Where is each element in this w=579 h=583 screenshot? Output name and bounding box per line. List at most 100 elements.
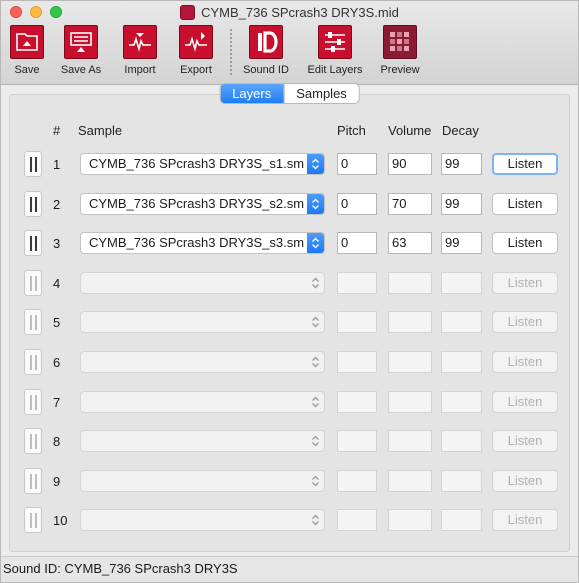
pitch-field	[337, 311, 377, 333]
sample-select	[80, 430, 325, 452]
preview-label: Preview	[380, 64, 420, 76]
layer-number: 4	[53, 276, 61, 291]
layer-row: 7 Listen	[10, 389, 569, 415]
layer-row: 3 CYMB_736 SPcrash3 DRY3S_s3.smpl 0 63 99 Lis…	[10, 230, 569, 256]
sample-select[interactable]: CYMB_736 SPcrash3 DRY3S_s1.smpl	[80, 153, 325, 175]
save-button[interactable]: Save	[7, 25, 47, 76]
layer-row: 4 Listen	[10, 270, 569, 296]
sample-select[interactable]: CYMB_736 SPcrash3 DRY3S_s2.smpl	[80, 193, 325, 215]
decay-field[interactable]: 99	[441, 153, 482, 175]
drag-handle-icon	[24, 349, 42, 375]
save-as-label: Save As	[60, 64, 102, 76]
edit-layers-label: Edit Layers	[307, 64, 363, 76]
toolbar-separator	[230, 29, 232, 75]
tab-layers[interactable]: Layers	[220, 84, 284, 103]
sound-id-icon	[249, 25, 283, 59]
decay-field	[441, 272, 482, 294]
volume-field	[388, 272, 432, 294]
title-bar: CYMB_736 SPcrash3 DRY3S.mid	[1, 3, 578, 21]
edit-layers-button[interactable]: Edit Layers	[305, 25, 365, 76]
decay-field	[441, 351, 482, 373]
title-toolbar: CYMB_736 SPcrash3 DRY3S.mid Save Save As	[1, 1, 578, 85]
decay-field[interactable]: 99	[441, 232, 482, 254]
layer-row: 2 CYMB_736 SPcrash3 DRY3S_s2.smpl 0 70 99 Lis…	[10, 191, 569, 217]
layer-number: 7	[53, 395, 61, 410]
volume-field[interactable]: 70	[388, 193, 432, 215]
export-icon	[179, 25, 213, 59]
chevron-updown-icon	[307, 233, 324, 253]
drag-handle-icon	[24, 309, 42, 335]
pitch-field	[337, 351, 377, 373]
volume-field	[388, 351, 432, 373]
listen-button[interactable]: Listen	[492, 232, 558, 254]
header-num: #	[53, 123, 61, 138]
chevron-updown-icon	[307, 273, 324, 293]
tab-samples[interactable]: Samples	[283, 84, 359, 103]
save-label: Save	[14, 64, 40, 76]
drag-handle-icon[interactable]	[24, 151, 42, 177]
layer-number: 9	[53, 474, 61, 489]
layer-row: 1 CYMB_736 SPcrash3 DRY3S_s1.smpl 0 90 99 Lis…	[10, 151, 569, 177]
sample-select[interactable]: CYMB_736 SPcrash3 DRY3S_s3.smpl	[80, 232, 325, 254]
chevron-updown-icon	[307, 352, 324, 372]
drag-handle-icon	[24, 270, 42, 296]
sound-id-button[interactable]: Sound ID	[241, 25, 291, 76]
preview-button[interactable]: Preview	[377, 25, 423, 76]
volume-field	[388, 430, 432, 452]
volume-field[interactable]: 63	[388, 232, 432, 254]
volume-field	[388, 311, 432, 333]
decay-field	[441, 391, 482, 413]
pitch-field	[337, 470, 377, 492]
header-volume: Volume	[388, 123, 432, 138]
status-text: Sound ID: CYMB_736 SPcrash3 DRY3S	[3, 561, 238, 576]
import-label: Import	[124, 64, 156, 76]
sample-value: CYMB_736 SPcrash3 DRY3S_s2.smpl	[89, 196, 305, 211]
decay-field	[441, 470, 482, 492]
layer-number: 2	[53, 197, 61, 212]
listen-button: Listen	[492, 272, 558, 294]
chevron-updown-icon	[307, 312, 324, 332]
import-button[interactable]: Import	[114, 25, 166, 76]
sample-select	[80, 272, 325, 294]
window-title: CYMB_736 SPcrash3 DRY3S.mid	[201, 4, 399, 20]
layer-number: 5	[53, 315, 61, 330]
drag-handle-icon[interactable]	[24, 230, 42, 256]
layer-row: 8 Listen	[10, 428, 569, 454]
listen-button: Listen	[492, 430, 558, 452]
chevron-updown-icon	[307, 194, 324, 214]
listen-button[interactable]: Listen	[492, 153, 558, 175]
pitch-field[interactable]: 0	[337, 153, 377, 175]
chevron-updown-icon	[307, 471, 324, 491]
volume-field	[388, 470, 432, 492]
edit-layers-icon	[318, 25, 352, 59]
layer-row: 6 Listen	[10, 349, 569, 375]
listen-button: Listen	[492, 509, 558, 531]
drag-handle-icon[interactable]	[24, 191, 42, 217]
drag-handle-icon	[24, 507, 42, 533]
decay-field	[441, 430, 482, 452]
layer-row: 10 Listen	[10, 507, 569, 533]
export-button[interactable]: Export	[170, 25, 222, 76]
decay-field	[441, 509, 482, 531]
listen-button[interactable]: Listen	[492, 193, 558, 215]
layer-number: 8	[53, 434, 61, 449]
layer-row: 9 Listen	[10, 468, 569, 494]
save-as-button[interactable]: Save As	[56, 25, 106, 76]
pitch-field	[337, 509, 377, 531]
drag-handle-icon	[24, 428, 42, 454]
pitch-field[interactable]: 0	[337, 193, 377, 215]
sample-select	[80, 391, 325, 413]
decay-field[interactable]: 99	[441, 193, 482, 215]
listen-button: Listen	[492, 351, 558, 373]
pitch-field	[337, 391, 377, 413]
save-as-icon	[64, 25, 98, 59]
sample-select	[80, 351, 325, 373]
layer-row: 5 Listen	[10, 309, 569, 335]
volume-field[interactable]: 90	[388, 153, 432, 175]
chevron-updown-icon	[307, 154, 324, 174]
import-icon	[123, 25, 157, 59]
layer-number: 6	[53, 355, 61, 370]
pitch-field[interactable]: 0	[337, 232, 377, 254]
header-sample: Sample	[78, 123, 123, 138]
sample-value: CYMB_736 SPcrash3 DRY3S_s1.smpl	[89, 156, 305, 171]
